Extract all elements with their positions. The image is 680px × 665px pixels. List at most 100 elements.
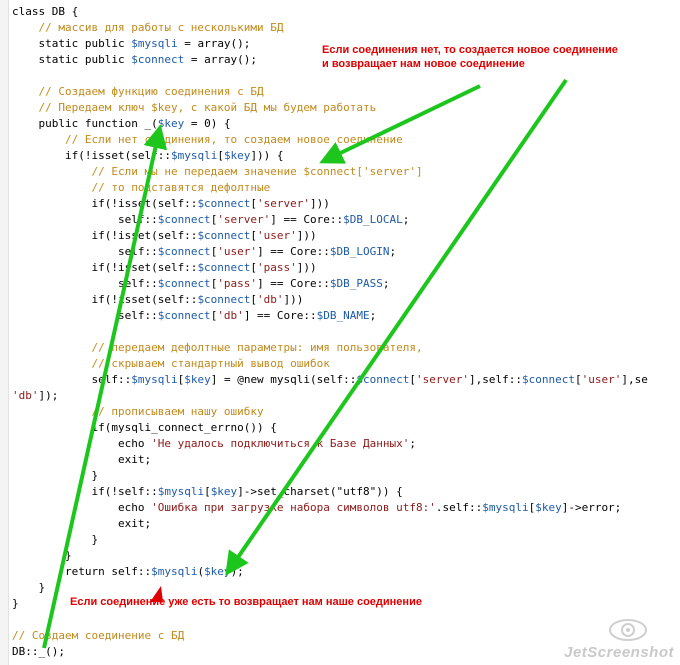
annotation-bottom: Если соединение уже есть то возвращает н… <box>70 596 422 608</box>
code-token: return self:: <box>12 565 152 578</box>
code-line: if(!isset(self::$connect['user'])) <box>12 228 680 244</box>
watermark-text: JetScreenshot <box>564 644 674 661</box>
code-line: // то подставятся дефолтные <box>12 180 680 196</box>
code-line: // скрываем стандартный вывод ошибок <box>12 356 680 372</box>
code-token: static public <box>12 53 132 66</box>
code-token: ])) <box>283 293 304 306</box>
code-token: if(!isset(self:: <box>12 149 171 162</box>
code-token: } <box>12 597 19 610</box>
code-token: $key <box>223 149 251 162</box>
code-line: if(!isset(self::$mysqli[$key])) { <box>12 148 680 164</box>
code-token: ])) <box>296 229 317 242</box>
code-token: [ <box>217 149 224 162</box>
code-token: $DB_LOCAL <box>343 213 403 226</box>
code-token: 'pass' <box>217 277 258 290</box>
code-line: // передаем дефолтные параметры: имя пол… <box>12 340 680 356</box>
code-token: ; <box>382 277 390 290</box>
code-line: if(!self::$mysqli[$key]->set_charset("ut… <box>12 484 680 500</box>
code-token: if(!isset(self:: <box>12 229 198 242</box>
code-token: 'Ошибка при загрузке набора символов utf… <box>151 501 436 514</box>
code-token: 'server' <box>257 197 311 210</box>
code-token: 'user' <box>257 229 297 242</box>
code-line: echo 'Ошибка при загрузке набора символо… <box>12 500 680 516</box>
code-token: $connect <box>157 277 211 290</box>
code-token: $DB_NAME <box>316 309 370 322</box>
code-token: ])) { <box>250 149 284 162</box>
code-token: $connect <box>356 373 410 386</box>
code-token: $connect <box>157 309 211 322</box>
code-token: $key <box>184 373 211 386</box>
code-token: = array(); <box>184 53 258 66</box>
code-token: 'db' <box>257 293 284 306</box>
code-token: ] == Core:: <box>270 213 344 226</box>
code-token: exit; <box>12 453 152 466</box>
code-line: 'db']); <box>12 388 680 404</box>
code-token: // Создаем функцию соединения с БД <box>12 85 264 98</box>
code-token: $key <box>204 565 231 578</box>
code-token: class DB { <box>12 5 79 18</box>
code-token: self:: <box>12 277 158 290</box>
code-token: ; <box>389 245 397 258</box>
code-token: } <box>12 469 99 482</box>
code-token: $connect <box>197 293 251 306</box>
editor-gutter <box>0 0 9 665</box>
code-token: ])) <box>310 197 330 210</box>
code-token: $connect <box>197 197 251 210</box>
code-token: $DB_LOGIN <box>329 245 390 258</box>
code-token: // массив для работы с несколькими БД <box>12 21 284 34</box>
code-token: $mysqli <box>131 37 178 50</box>
code-token: $DB_PASS <box>329 277 383 290</box>
eye-swirl-icon <box>609 619 647 641</box>
code-line: // Если мы не передаем значение $connect… <box>12 164 680 180</box>
annotation-top-line2: и возвращает нам новое соединение <box>322 58 525 70</box>
code-line: self::$mysqli [$key] = @new mysqli(self::… <box>12 372 680 388</box>
code-line: return self::$mysqli($key); <box>12 564 680 580</box>
code-token: $connect <box>197 261 251 274</box>
code-token: ] == Core:: <box>257 277 330 290</box>
code-token: 'db' <box>12 389 39 402</box>
code-line: public function _($key = 0) { <box>12 116 680 132</box>
code-token: 'server' <box>217 213 271 226</box>
code-editor[interactable]: class DB { // массив для работы с нескол… <box>0 0 680 665</box>
code-token: $connect <box>131 53 185 66</box>
code-line: self::$connect['pass'] == Core::$DB_PASS… <box>12 276 680 292</box>
code-token: $connect <box>197 229 251 242</box>
code-token: .self:: <box>435 501 483 514</box>
code-token: self:: <box>12 213 158 226</box>
code-token: 'user' <box>581 373 622 386</box>
code-token: echo <box>12 437 152 450</box>
code-line: if(mysqli_connect_errno()) { <box>12 420 680 436</box>
code-line: // прописываем нашу ошибку <box>12 404 680 420</box>
code-token: ],self:: <box>469 373 522 386</box>
code-token: if(!isset(self:: <box>12 261 198 274</box>
code-token: // Создаем соединение с БД <box>12 629 185 642</box>
code-token: } <box>12 533 99 546</box>
code-token: ] == Core:: <box>243 309 317 322</box>
code-token: self:: <box>12 373 132 386</box>
code-token: if(!self:: <box>12 485 158 498</box>
code-token: ])) <box>296 261 317 274</box>
code-token: // то подставятся дефолтные <box>12 181 271 194</box>
code-token: $mysqli <box>482 501 529 514</box>
code-token: static public <box>12 37 132 50</box>
code-token: if(!isset(self:: <box>12 197 198 210</box>
code-token: // Передаем ключ $key, с какой БД мы буд… <box>12 101 377 114</box>
code-line: self::$connect['server'] == Core::$DB_LO… <box>12 212 680 228</box>
code-token: 'server' <box>416 373 469 386</box>
code-token: $key <box>535 501 562 514</box>
code-token: self:: <box>12 309 158 322</box>
code-token: // передаем дефолтные параметры: имя пол… <box>12 341 423 354</box>
code-token: ] = @new mysqli(self:: <box>210 373 357 386</box>
code-token: = array(); <box>177 37 251 50</box>
code-token: $key <box>210 485 238 498</box>
code-token: $mysqli <box>131 373 178 386</box>
code-area[interactable]: class DB { // массив для работы с нескол… <box>12 4 680 660</box>
code-token: // Если нет соединения, то создаем новое… <box>12 133 403 146</box>
code-token: 'user' <box>217 245 258 258</box>
code-token: ],se <box>621 373 648 386</box>
code-line: if(!isset(self::$connect['db'])) <box>12 292 680 308</box>
code-token: 'Не удалось подключиться к Базе Данных' <box>151 437 410 450</box>
code-token: ); <box>230 565 244 578</box>
code-token: // прописываем нашу ошибку <box>12 405 264 418</box>
